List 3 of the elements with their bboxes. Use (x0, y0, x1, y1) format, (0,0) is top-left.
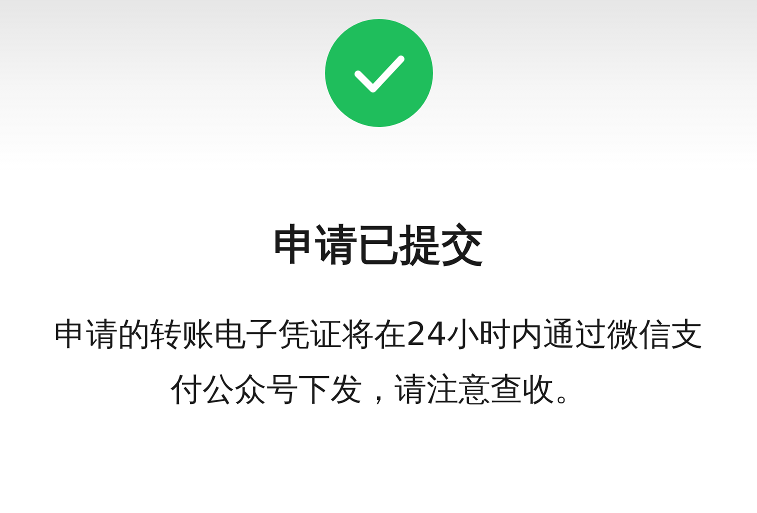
message-text: 申请的转账电子凭证将在24小时内通过微信支付公众号下发，请注意查收。 (53, 314, 704, 410)
page-title: 申请已提交 (274, 219, 484, 271)
check-circle-icon (324, 19, 432, 127)
